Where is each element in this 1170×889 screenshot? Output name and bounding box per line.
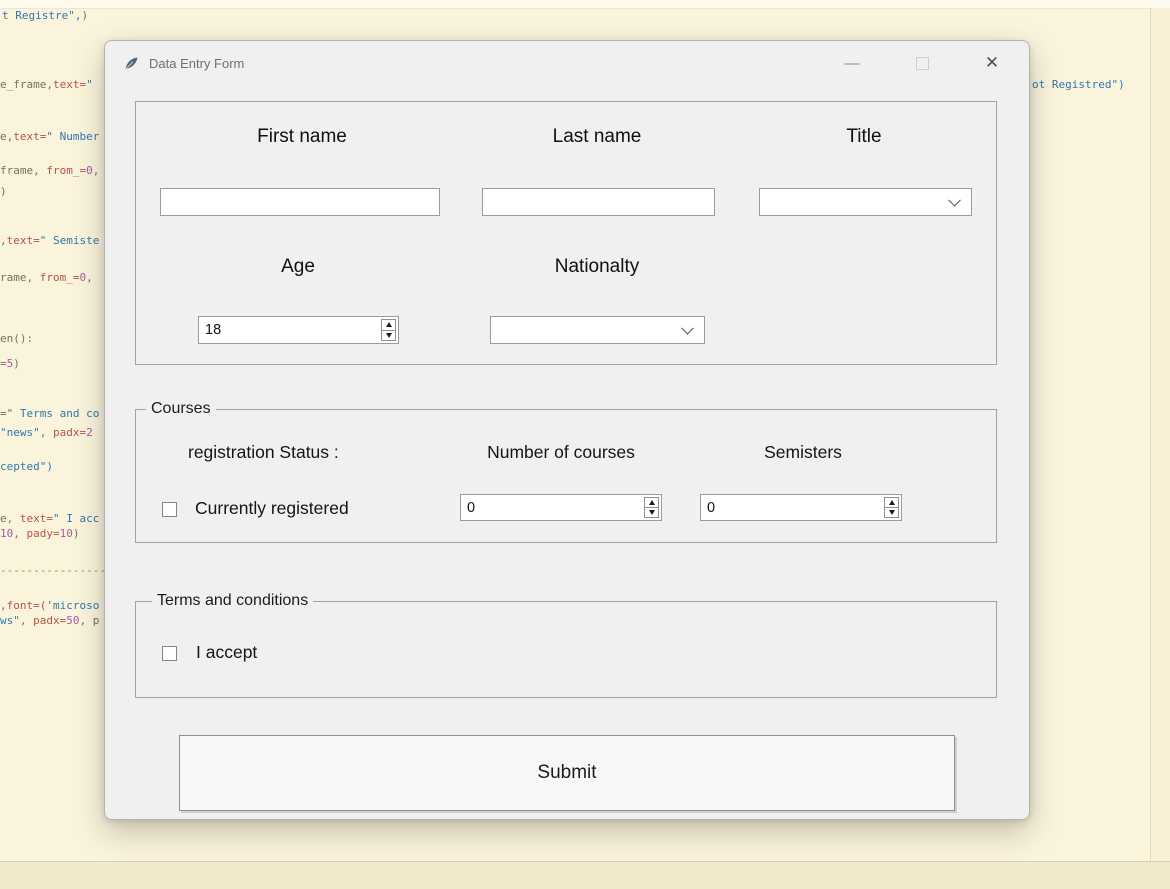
- window-controls: — ✕: [817, 41, 1027, 85]
- semesters-label: Semisters: [764, 442, 842, 463]
- spin-down-button[interactable]: [645, 508, 658, 517]
- code-fragment: e,text=" Number: [0, 130, 99, 143]
- close-icon: ✕: [985, 53, 999, 73]
- window-title: Data Entry Form: [149, 56, 244, 71]
- first-name-input[interactable]: [160, 188, 440, 216]
- accept-terms-label: I accept: [196, 642, 257, 663]
- code-fragment: ,font=('microso: [0, 599, 99, 612]
- terms-frame: Terms and conditions I accept: [135, 601, 997, 698]
- submit-button[interactable]: Submit: [179, 735, 955, 811]
- accept-terms-checkbox[interactable]: [162, 646, 177, 661]
- title-combobox[interactable]: [759, 188, 972, 216]
- code-fragment: rame, from_=0,: [0, 271, 93, 284]
- code-fragment: en():: [0, 332, 33, 345]
- maximize-button[interactable]: [887, 41, 957, 85]
- arrow-up-icon: [889, 500, 895, 505]
- spin-up-button[interactable]: [885, 498, 898, 508]
- nationality-label: Nationalty: [555, 256, 640, 278]
- page: t Registre",) e_frame,text=" e,text=" Numb…: [0, 0, 1170, 889]
- code-fragment: =" Terms and co: [0, 407, 99, 420]
- code-fragment: e_frame,text=": [0, 78, 93, 91]
- nationality-combobox[interactable]: [490, 316, 705, 344]
- arrow-down-icon: [386, 333, 392, 338]
- code-fragment: frame, from_=0,: [0, 164, 99, 177]
- spin-up-button[interactable]: [382, 320, 395, 331]
- titlebar[interactable]: Data Entry Form — ✕: [105, 41, 1029, 85]
- code-fragment: e, text=" I acc: [0, 512, 99, 525]
- chevron-down-icon: [681, 322, 694, 335]
- close-button[interactable]: ✕: [957, 41, 1027, 85]
- spin-down-button[interactable]: [382, 331, 395, 341]
- age-spinbox[interactable]: [198, 316, 399, 344]
- maximize-icon: [916, 57, 929, 70]
- age-spinbox-input[interactable]: [199, 317, 398, 343]
- currently-registered-checkbox[interactable]: [162, 502, 177, 517]
- minimize-icon: —: [845, 55, 860, 72]
- code-fragment: ot Registred"): [1032, 78, 1125, 91]
- age-spin-buttons: [381, 319, 396, 341]
- code-fragment: ws", padx=50, p: [0, 614, 99, 627]
- courses-frame: Courses registration Status : Number of …: [135, 409, 997, 543]
- semesters-spinbox[interactable]: [700, 494, 902, 521]
- age-label: Age: [281, 256, 315, 278]
- last-name-label: Last name: [553, 126, 642, 148]
- arrow-up-icon: [386, 322, 392, 327]
- code-fragment: =5): [0, 357, 20, 370]
- courses-spin-buttons: [644, 497, 659, 518]
- spin-up-button[interactable]: [645, 498, 658, 508]
- number-of-courses-label: Number of courses: [487, 442, 635, 463]
- number-of-courses-spinbox[interactable]: [460, 494, 662, 521]
- arrow-up-icon: [649, 500, 655, 505]
- code-fragment: "news", padx=2: [0, 426, 93, 439]
- user-info-frame: First name Last name Title Age Nationalt…: [135, 101, 997, 365]
- minimize-button[interactable]: —: [817, 41, 887, 85]
- spin-down-button[interactable]: [885, 508, 898, 517]
- code-fragment: t Registre",): [2, 9, 88, 22]
- data-entry-form-window: Data Entry Form — ✕ First name Last name…: [104, 40, 1030, 820]
- tk-feather-icon: [123, 55, 140, 72]
- code-fragment: cepted"): [0, 460, 53, 473]
- chevron-down-icon: [948, 194, 961, 207]
- registration-status-label: registration Status :: [188, 442, 339, 463]
- first-name-label: First name: [257, 126, 347, 148]
- code-fragment: ): [0, 185, 7, 198]
- courses-legend: Courses: [146, 400, 216, 418]
- code-fragment: 10, pady=10): [0, 527, 80, 540]
- title-label: Title: [846, 126, 881, 148]
- semesters-spin-buttons: [884, 497, 899, 518]
- code-fragment: ,text=" Semiste: [0, 234, 99, 247]
- semesters-input[interactable]: [701, 495, 901, 520]
- number-of-courses-input[interactable]: [461, 495, 661, 520]
- arrow-down-icon: [649, 510, 655, 515]
- last-name-input[interactable]: [482, 188, 715, 216]
- currently-registered-label: Currently registered: [195, 498, 349, 519]
- terms-legend: Terms and conditions: [152, 592, 313, 610]
- arrow-down-icon: [889, 510, 895, 515]
